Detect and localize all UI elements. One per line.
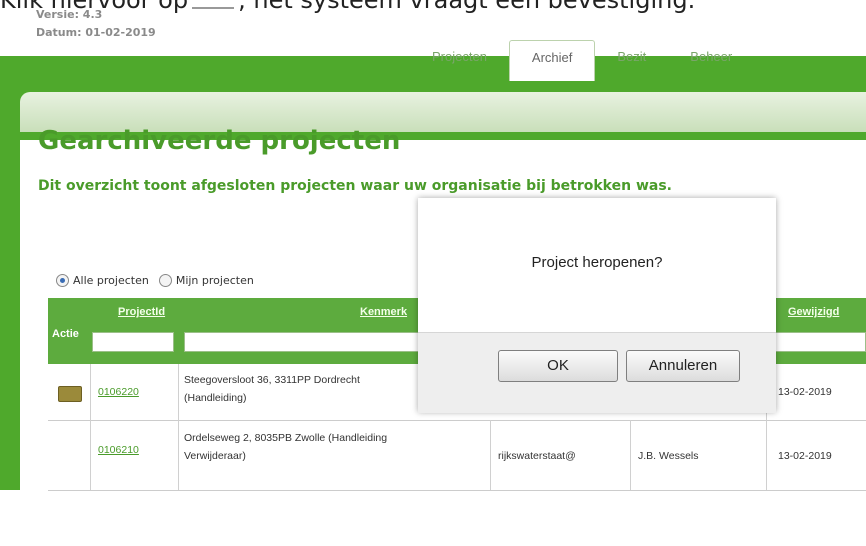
dialog-body: Project heropenen? — [418, 198, 776, 332]
reopen-project-icon[interactable] — [58, 386, 82, 402]
page-subtitle: Dit overzicht toont afgesloten projecten… — [38, 178, 672, 194]
version-label: Versie: 4.3 — [36, 8, 103, 21]
tab-projecten[interactable]: Projecten — [410, 40, 509, 74]
project-filter: Alle projecten Mijn projecten — [56, 274, 254, 287]
date-label: Datum: 01-02-2019 — [36, 26, 156, 39]
page-title: Gearchiveerde projecten — [38, 126, 401, 156]
modified-date: 13-02-2019 — [778, 386, 832, 398]
radio-all-label: Alle projecten — [73, 274, 149, 287]
table-row: 0106210 Ordelseweg 2, 8035PB Zwolle (Han… — [48, 420, 866, 491]
column-divider — [90, 364, 91, 490]
project-id-link[interactable]: 0106210 — [98, 442, 139, 459]
ok-button[interactable]: OK — [498, 350, 618, 382]
confirm-dialog: Project heropenen? OK Annuleren — [418, 198, 776, 413]
radio-all-projects[interactable] — [56, 274, 69, 287]
column-divider — [490, 420, 491, 490]
caption-text-after: , het systeem vraagt een bevestiging. — [238, 0, 696, 14]
main-tabs: Projecten Archief Bezit Beheer — [410, 40, 754, 81]
kenmerk-line2: Verwijderaar) — [184, 450, 246, 462]
person-name: J.B. Wessels — [638, 450, 699, 462]
cancel-button[interactable]: Annuleren — [626, 350, 740, 382]
tab-beheer[interactable]: Beheer — [668, 40, 754, 74]
kenmerk-line2: (Handleiding) — [184, 392, 247, 404]
column-divider — [178, 364, 179, 490]
kenmerk-line1: Ordelseweg 2, 8035PB Zwolle (Handleiding — [184, 432, 388, 444]
header-projectid[interactable]: ProjectId — [118, 306, 165, 318]
organisation-email: rijkswaterstaat@ — [498, 450, 576, 462]
tab-bezit[interactable]: Bezit — [595, 40, 668, 74]
dialog-message: Project heropenen? — [531, 254, 663, 271]
header-kenmerk[interactable]: Kenmerk — [360, 306, 407, 318]
tab-archief[interactable]: Archief — [508, 40, 596, 81]
projectid-filter-input[interactable] — [92, 332, 174, 352]
caption-button-placeholder — [192, 0, 235, 9]
radio-my-projects[interactable] — [158, 274, 172, 287]
kenmerk-line1: Steegoversloot 36, 3311PP Dordrecht — [184, 374, 360, 386]
radio-mine-label: Mijn projecten — [175, 274, 254, 287]
project-id-link[interactable]: 0106220 — [98, 384, 139, 401]
version-info: Versie: 4.3 Datum: 01-02-2019 — [36, 6, 156, 42]
header-actie: Actie — [52, 328, 79, 340]
header-gewijzigd[interactable]: Gewijzigd — [788, 306, 839, 318]
modified-date: 13-02-2019 — [778, 450, 832, 462]
column-divider — [630, 420, 631, 490]
